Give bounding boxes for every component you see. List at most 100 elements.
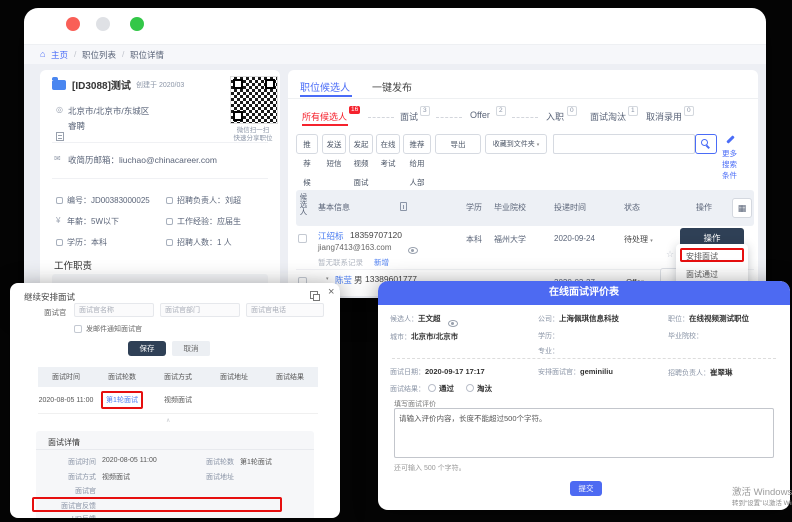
round-link[interactable]: 第1轮面试 xyxy=(101,391,143,409)
windows-activation-watermark-line2: 转到“设置”以激活 Windows。 xyxy=(732,497,792,507)
eye-icon[interactable] xyxy=(408,247,418,254)
export-button[interactable]: 导出 xyxy=(435,134,481,154)
row1-apply-date: 2020-09-24 xyxy=(554,234,595,243)
result-fail-radio[interactable] xyxy=(466,384,474,392)
interviewer-name-input[interactable] xyxy=(74,303,154,317)
dashed-divider xyxy=(392,358,776,359)
location-icon: ◎ xyxy=(56,105,63,114)
job-title: [ID3088]测试 xyxy=(72,77,131,92)
id-icon xyxy=(56,197,63,204)
row1-add-contact-link[interactable]: 新增 xyxy=(374,257,389,268)
divider xyxy=(52,178,268,179)
subtab-offer[interactable]: Offer xyxy=(470,110,490,120)
job-owner-value: 刘超 xyxy=(225,196,241,205)
owner-field: 招聘负责人：崔翠琳 xyxy=(668,367,733,378)
row1-degree: 本科 xyxy=(466,234,482,245)
windows-activation-watermark: 激活 Windows xyxy=(732,484,792,498)
star-icon[interactable]: ☆ xyxy=(666,249,674,260)
recommend-to-dept-button[interactable]: 推荐给用人部门 xyxy=(403,134,431,154)
th-time: 面试时间 xyxy=(38,372,94,382)
grid-icon: ▦ xyxy=(738,203,747,213)
window-minimize-button[interactable] xyxy=(96,17,110,31)
result-pass-label[interactable]: 通过 xyxy=(439,383,454,394)
tab-one-click-publish[interactable]: 一键发布 xyxy=(372,79,412,94)
maximize-icon[interactable] xyxy=(310,291,318,299)
search-button[interactable] xyxy=(695,134,717,154)
header-school: 毕业院校 xyxy=(494,202,526,213)
result-pass-radio[interactable] xyxy=(428,384,436,392)
window-zoom-button[interactable] xyxy=(130,17,144,31)
job-company: 睿聘 xyxy=(68,120,85,132)
header-candidate: 候选人 xyxy=(298,193,309,225)
row1-status-dropdown[interactable]: 待处理 ▾ xyxy=(624,234,653,245)
position-value: 在线视频测试职位 xyxy=(689,314,749,323)
subtab-onboard[interactable]: 入职 xyxy=(546,110,564,123)
detail-hr-feedback-label: HR反馈 xyxy=(44,514,96,518)
breadcrumb: ⌂ 主页 / 职位列表 / 职位详情 xyxy=(24,44,766,65)
close-icon[interactable]: × xyxy=(328,286,334,298)
round-time: 2020-08-05 11:00 xyxy=(38,397,94,404)
more-search-conditions[interactable]: 更多搜索条件 xyxy=(721,148,738,181)
caret-down-icon: ▾ xyxy=(537,142,540,148)
job-id-label: 编号： xyxy=(67,196,91,205)
result-fail-label[interactable]: 淘汰 xyxy=(477,383,492,394)
eye-icon[interactable] xyxy=(448,320,458,327)
degree-icon xyxy=(56,239,63,246)
send-sms-button[interactable]: 发送短信 xyxy=(322,134,346,154)
recommend-candidate-button[interactable]: 推荐候选人 xyxy=(296,134,318,154)
divider xyxy=(36,449,314,450)
comment-textarea[interactable] xyxy=(394,408,774,458)
detail-method-value: 视频面试 xyxy=(102,472,130,482)
interview-date-label: 面试日期： xyxy=(390,369,425,376)
header-status: 状态 xyxy=(624,202,640,213)
home-icon[interactable]: ⌂ xyxy=(40,49,45,59)
menu-interview-pass[interactable]: 面试通过 xyxy=(686,269,718,280)
candidates-card: 职位候选人 一键发布 所有候选人 16 面试 3 Offer 2 入职 0 面试… xyxy=(288,70,758,296)
job-location: 北京市/北京市/东城区 xyxy=(68,105,149,117)
breadcrumb-job-list[interactable]: 职位列表 xyxy=(82,49,116,61)
notify-checkbox[interactable] xyxy=(74,325,82,333)
interviewer-dept-input[interactable] xyxy=(160,303,240,317)
submit-button[interactable]: 提交 xyxy=(570,481,602,496)
caret-down-icon: ▾ xyxy=(650,238,653,244)
job-degree-value: 本科 xyxy=(91,238,107,247)
candidate-value: 王文超 xyxy=(418,314,441,323)
scheduler-value: geminiliu xyxy=(580,367,613,376)
save-button[interactable]: 保存 xyxy=(128,341,166,356)
subtab-interview[interactable]: 面试 xyxy=(400,110,418,123)
breadcrumb-home[interactable]: 主页 xyxy=(51,49,68,61)
interviewer-label: 面试官 xyxy=(44,307,67,318)
job-duty-title: 工作职责 xyxy=(54,258,92,272)
subtab-interview-fail-badge: 1 xyxy=(628,106,638,116)
caret-down-icon[interactable]: ▾ xyxy=(326,276,329,282)
tab-candidates[interactable]: 职位候选人 xyxy=(300,79,350,94)
subtab-all-candidates[interactable]: 所有候选人 xyxy=(302,110,347,123)
column-settings-button[interactable]: ▦ xyxy=(732,198,752,218)
interviewer-phone-input[interactable] xyxy=(246,303,324,317)
job-owner-label: 招聘负责人： xyxy=(177,196,225,205)
row2-candidate-name[interactable]: 陈莹 xyxy=(335,274,352,286)
row1-checkbox[interactable] xyxy=(298,234,307,243)
major-label: 专业： xyxy=(538,346,559,356)
header-degree: 学历 xyxy=(466,202,482,213)
subtab-separator xyxy=(436,117,462,118)
row1-candidate-name[interactable]: 江绍标 xyxy=(318,230,344,242)
folder-icon xyxy=(52,80,66,90)
job-exp-value: 应届生 xyxy=(217,217,241,226)
cancel-button[interactable]: 取消 xyxy=(172,341,210,356)
window-close-button[interactable] xyxy=(66,17,80,31)
subtab-cancel-hire[interactable]: 取消录用 xyxy=(646,110,682,123)
resume-email-label: 收简历邮箱： xyxy=(68,155,119,165)
city-field: 城市：北京市/北京市 xyxy=(390,331,458,342)
online-exam-button[interactable]: 在线考试 xyxy=(376,134,400,154)
collapse-icon[interactable]: ∧ xyxy=(166,417,170,424)
save-to-folder-dropdown[interactable]: 收藏到文件夹 ▾ xyxy=(485,134,547,154)
round-method: 视频面试 xyxy=(150,395,206,405)
scheduler-field: 安排面试官：geminiliu xyxy=(538,367,613,377)
subtab-interview-fail[interactable]: 面试淘汰 xyxy=(590,110,626,123)
search-input[interactable] xyxy=(553,134,695,154)
menu-schedule-interview[interactable]: 安排面试 xyxy=(686,251,718,262)
detail-method-label: 面试方式 xyxy=(44,472,96,482)
owner-label: 招聘负责人： xyxy=(668,370,710,377)
start-video-interview-button[interactable]: 发起视频面试 xyxy=(349,134,373,154)
